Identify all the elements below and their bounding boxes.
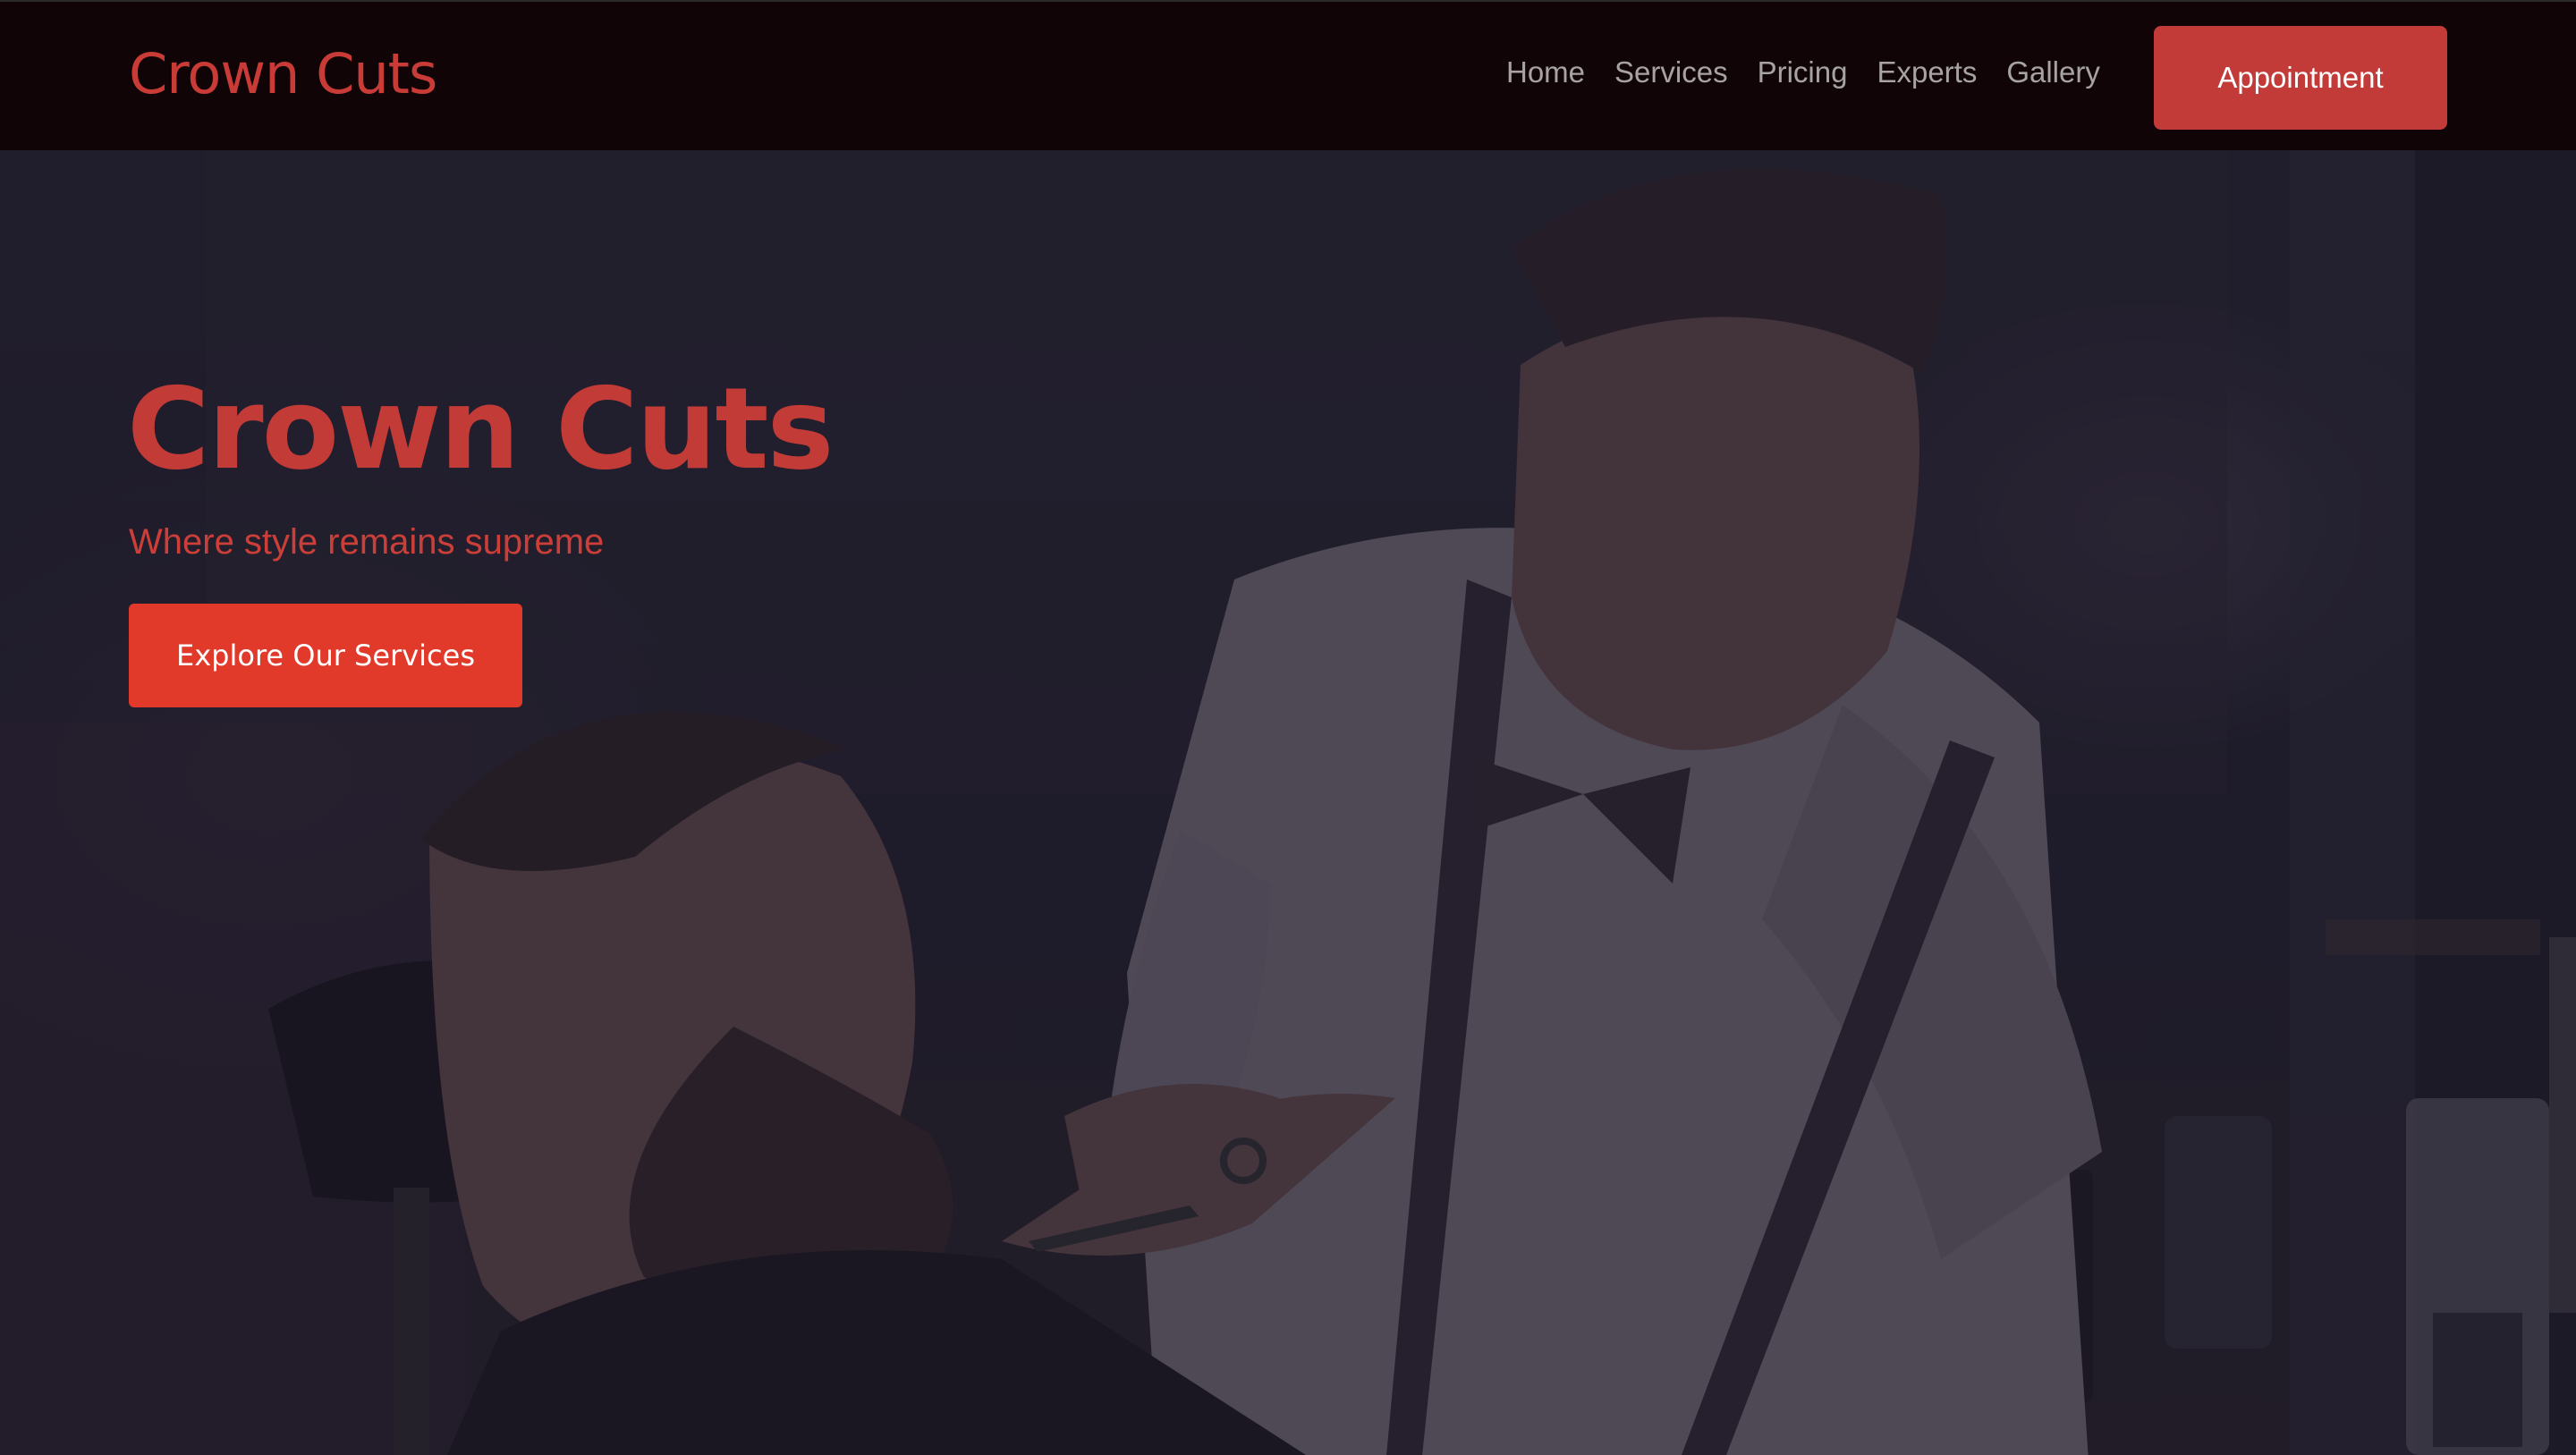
hero-subtitle: Where style remains supreme <box>129 522 605 562</box>
page: Crown Cuts Home Services Pricing Experts… <box>0 0 2576 1455</box>
hero-title: Crown Cuts <box>127 363 835 495</box>
nav-link-experts[interactable]: Experts <box>1877 55 1977 89</box>
nav-link-gallery[interactable]: Gallery <box>2006 55 2100 89</box>
appointment-button[interactable]: Appointment <box>2154 26 2447 130</box>
hero-section: Crown Cuts Where style remains supreme E… <box>0 150 2576 1455</box>
navbar: Crown Cuts Home Services Pricing Experts… <box>0 0 2576 150</box>
explore-services-button[interactable]: Explore Our Services <box>129 604 522 707</box>
nav-link-services[interactable]: Services <box>1614 55 1728 89</box>
brand-logo[interactable]: Crown Cuts <box>129 41 437 106</box>
nav-link-pricing[interactable]: Pricing <box>1758 55 1848 89</box>
hero-background-image <box>0 150 2576 1455</box>
main-nav: Home Services Pricing Experts Gallery <box>1506 55 2100 89</box>
nav-link-home[interactable]: Home <box>1506 55 1585 89</box>
